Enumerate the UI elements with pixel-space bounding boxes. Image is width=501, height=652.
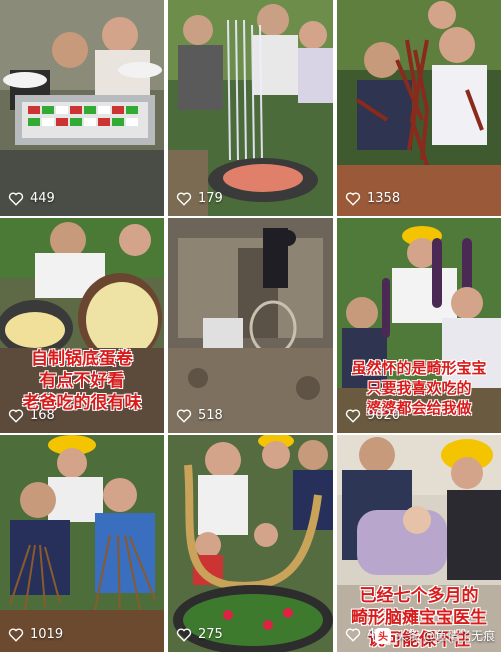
- like-count-value: 9020: [367, 408, 401, 423]
- like-count-value: 168: [30, 408, 55, 423]
- heart-icon: [8, 408, 24, 423]
- like-count-value: 1019: [30, 627, 64, 642]
- like-count: 449: [8, 191, 55, 206]
- video-grid: 449 179 1358 自制锅底蛋卷 有点不好看 老爸吃的很有味 168 51…: [0, 0, 501, 652]
- like-count: 179: [176, 191, 223, 206]
- video-tile-3[interactable]: 1358: [337, 0, 501, 216]
- video-tile-7[interactable]: 1019: [0, 435, 164, 652]
- video-tile-6[interactable]: 虽然怀的是畸形宝宝 只要我喜欢吃的 婆婆都会给我做 9020: [337, 218, 501, 433]
- heart-icon: [8, 191, 24, 206]
- caption-line-2: 畸形脑瘫宝宝医生: [351, 608, 487, 628]
- caption-line-1: 已经七个多月的: [359, 586, 479, 606]
- like-count: 1358: [345, 191, 400, 206]
- thumbnail-image: [337, 0, 501, 216]
- like-count: 275: [176, 627, 223, 642]
- thumbnail-image: [168, 435, 333, 652]
- like-count: 1019: [8, 627, 63, 642]
- caption-line-2: 有点不好看: [39, 371, 125, 391]
- like-count: 4: [345, 627, 375, 642]
- like-count: 518: [176, 408, 223, 423]
- video-tile-4[interactable]: 自制锅底蛋卷 有点不好看 老爸吃的很有味 168: [0, 218, 164, 433]
- video-tile-9[interactable]: 已经七个多月的 畸形脑瘫宝宝医生 说可能保不住 4 头 头条 @鱼情了无痕: [337, 435, 501, 652]
- video-tile-2[interactable]: 179: [168, 0, 333, 216]
- like-count-value: 449: [30, 191, 55, 206]
- like-count: 9020: [345, 408, 400, 423]
- video-caption: 自制锅底蛋卷 有点不好看 老爸吃的很有味: [0, 348, 164, 414]
- watermark-account: @鱼情了无痕: [422, 629, 495, 643]
- video-tile-1[interactable]: 449: [0, 0, 164, 216]
- toutiao-logo-icon: 头: [374, 627, 391, 644]
- like-count: 168: [8, 408, 55, 423]
- video-tile-8[interactable]: 275: [168, 435, 333, 652]
- like-count-value: 518: [198, 408, 223, 423]
- thumbnail-image: [0, 435, 164, 652]
- caption-line-2: 只要我喜欢吃的: [366, 379, 472, 397]
- caption-line-1: 自制锅底蛋卷: [31, 349, 133, 369]
- thumbnail-image: [0, 0, 164, 216]
- heart-icon: [176, 408, 192, 423]
- heart-icon: [345, 191, 361, 206]
- thumbnail-image: [168, 0, 333, 216]
- heart-icon: [176, 627, 192, 642]
- like-count-value: 1358: [367, 191, 401, 206]
- like-count-value: 275: [198, 627, 223, 642]
- watermark-app: 头条: [394, 629, 419, 643]
- thumbnail-image: [168, 218, 333, 433]
- heart-icon: [345, 408, 361, 423]
- heart-icon: [345, 627, 361, 642]
- video-tile-5[interactable]: 518: [168, 218, 333, 433]
- heart-icon: [8, 627, 24, 642]
- heart-icon: [176, 191, 192, 206]
- watermark: 头 头条 @鱼情了无痕: [374, 627, 495, 644]
- like-count-value: 179: [198, 191, 223, 206]
- caption-line-1: 虽然怀的是畸形宝宝: [351, 359, 487, 377]
